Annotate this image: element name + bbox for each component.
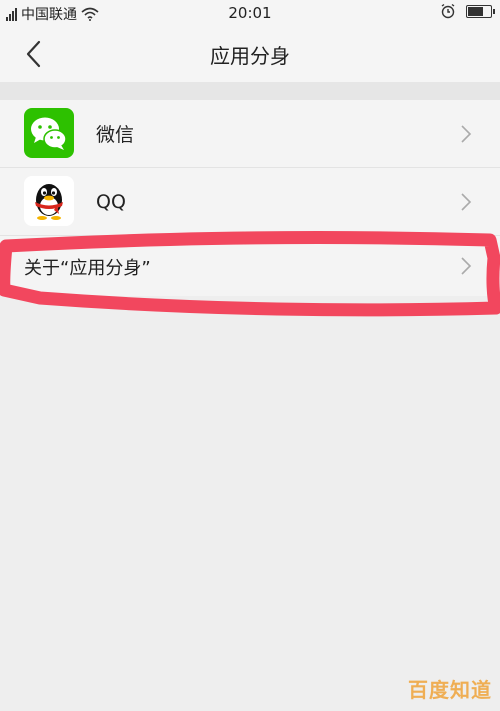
section-gap xyxy=(0,82,500,100)
app-name: QQ xyxy=(96,190,126,213)
chevron-right-icon xyxy=(461,193,472,211)
app-name: 微信 xyxy=(96,124,135,146)
chevron-right-icon xyxy=(461,125,472,143)
chevron-right-icon xyxy=(461,257,472,275)
about-label: 关于“应用分身” xyxy=(24,258,151,279)
status-bar: 中国联通 20:01 xyxy=(0,0,500,26)
nav-header: 应用分身 xyxy=(0,26,500,82)
about-app-clone-item[interactable]: 关于“应用分身” xyxy=(0,236,500,296)
baidu-watermark: 百度知道 xyxy=(408,678,492,702)
status-right xyxy=(440,3,495,19)
list-item-qq[interactable]: QQ xyxy=(0,168,500,236)
battery-fill xyxy=(468,6,483,16)
qq-penguin-icon xyxy=(24,176,74,226)
wechat-icon xyxy=(24,108,74,158)
alarm-icon xyxy=(441,3,455,19)
page-title: 应用分身 xyxy=(210,44,290,68)
app-list: 微信 QQ xyxy=(0,100,500,236)
battery-icon xyxy=(466,4,495,18)
status-time: 20:01 xyxy=(228,4,272,22)
list-item-wechat[interactable]: 微信 xyxy=(0,100,500,168)
